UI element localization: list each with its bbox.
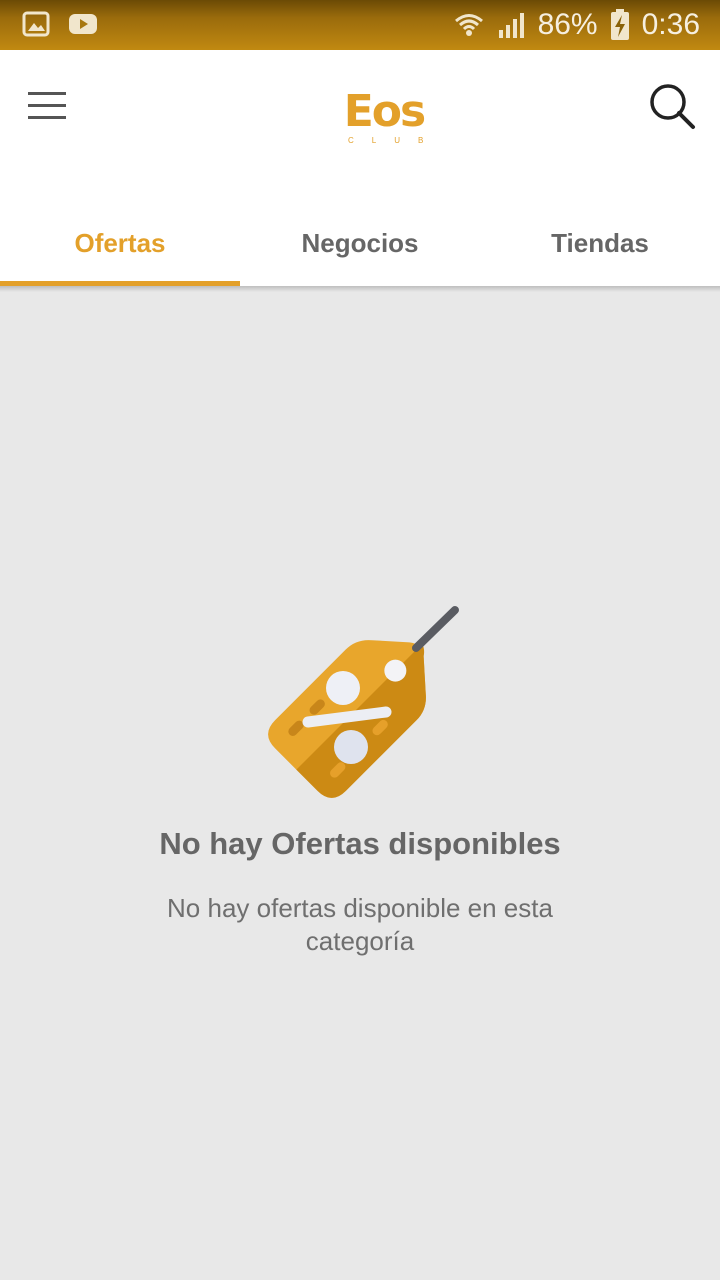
status-bar: 86% 0:36 [0, 0, 720, 50]
gallery-icon [22, 11, 50, 37]
clock: 0:36 [641, 8, 700, 41]
tab-negocios[interactable]: Negocios [240, 200, 480, 286]
logo-text: Eos [343, 86, 426, 137]
tab-tiendas[interactable]: Tiendas [480, 200, 720, 286]
tab-ofertas[interactable]: Ofertas [0, 200, 240, 286]
tab-bar-shadow [0, 286, 720, 292]
empty-state-title: No hay Ofertas disponibles [159, 826, 561, 861]
search-icon[interactable] [648, 82, 698, 132]
wifi-icon [454, 14, 483, 36]
youtube-icon [69, 14, 97, 34]
app-logo: Eos CLUB [334, 90, 434, 150]
app-bar: Eos CLUB Ofertas Negocios Tiendas [0, 50, 720, 286]
empty-state-message: No hay ofertas disponible en esta catego… [167, 893, 553, 956]
battery-charging-icon [610, 9, 629, 40]
tab-bar: Ofertas Negocios Tiendas [0, 200, 720, 286]
hamburger-menu-icon[interactable] [20, 80, 76, 130]
logo-subtext: CLUB [348, 136, 442, 145]
signal-icon [498, 13, 524, 38]
battery-percent: 86% [537, 8, 598, 41]
discount-tag-icon [268, 606, 459, 798]
